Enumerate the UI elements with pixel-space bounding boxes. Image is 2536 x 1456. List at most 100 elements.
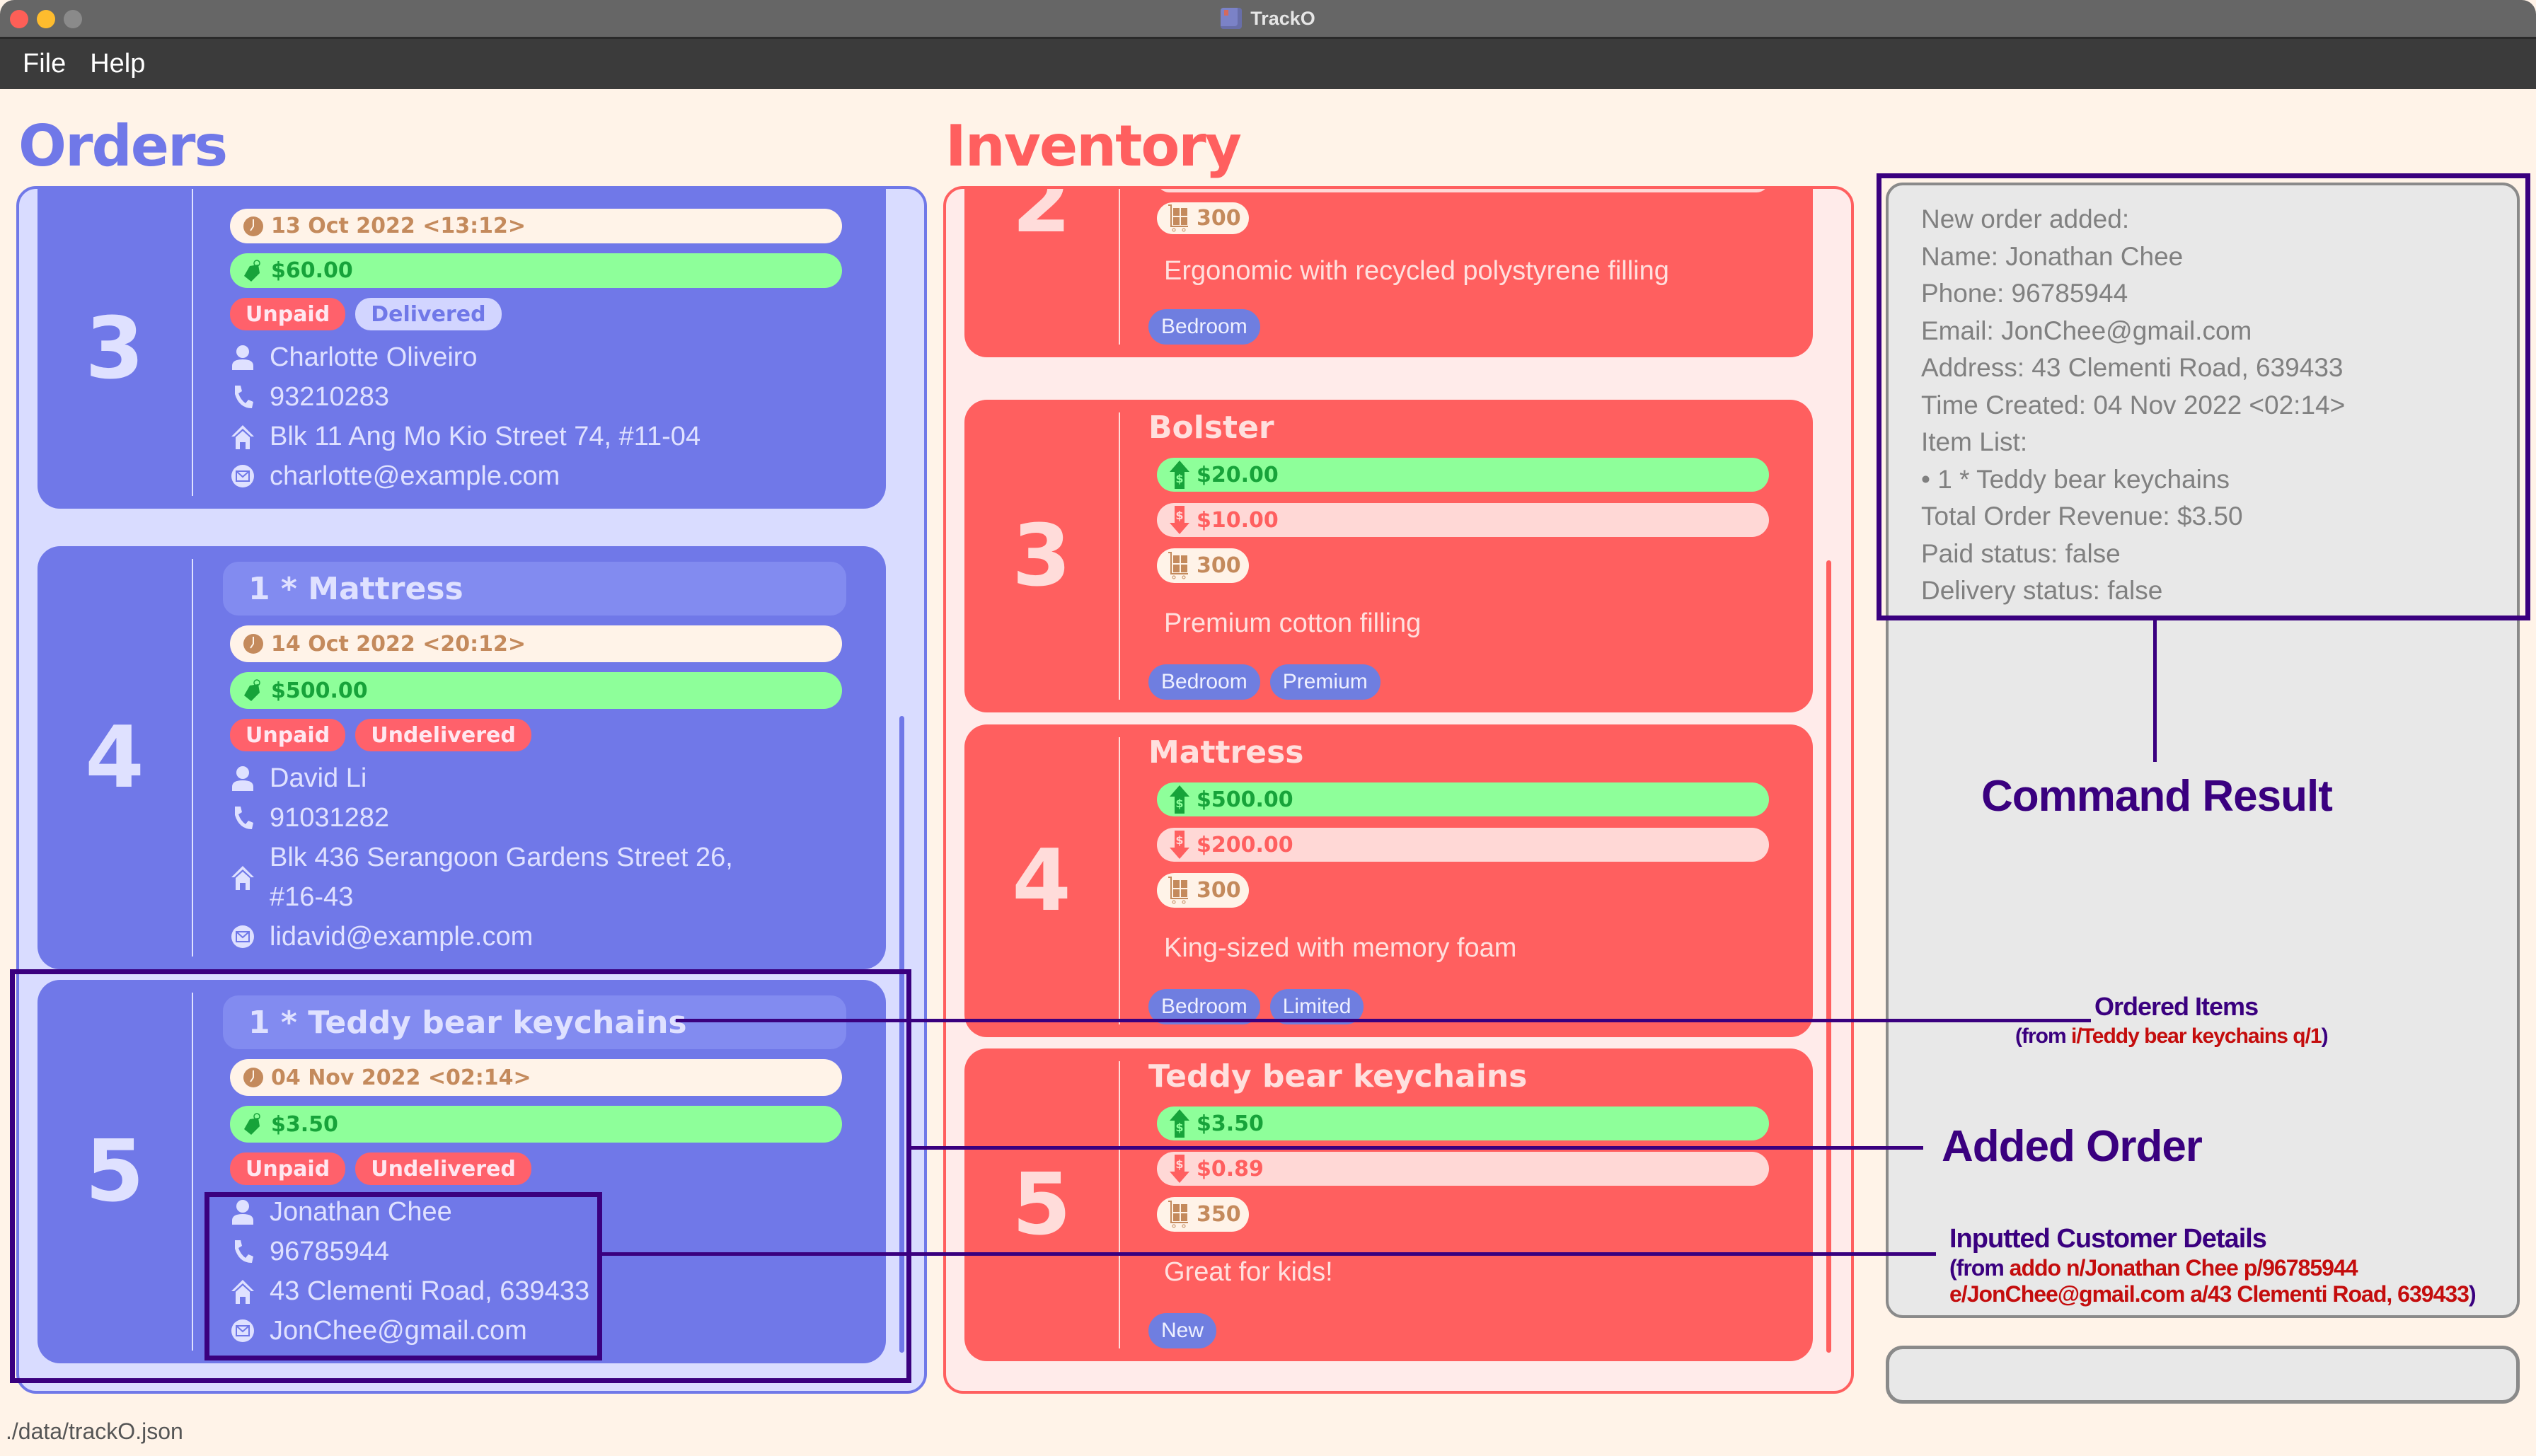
item-name: Teddy bear keychains (1148, 1058, 1528, 1095)
item-quantity: 300 (1157, 548, 1249, 583)
svg-text:$: $ (1175, 833, 1183, 847)
annotation-added-order: Added Order (1942, 1122, 2203, 1171)
tag: Premium (1269, 664, 1381, 700)
item-description: Ergonomic with recycled polystyrene fill… (1164, 256, 1669, 287)
customer-name-row: Charlotte Oliveiro (230, 337, 842, 377)
person-icon (230, 765, 255, 791)
box-icon (1221, 8, 1243, 29)
status-badges: Unpaid Delivered (230, 298, 842, 330)
svg-text:$: $ (1175, 472, 1183, 485)
inventory-scrollbar[interactable] (1826, 560, 1831, 1353)
customer-email-row: charlotte@example.com (230, 456, 842, 496)
tag: Bedroom (1148, 308, 1260, 345)
item-quantity: 300 (1157, 873, 1249, 908)
item-sell-price: $ $500.00 (1157, 782, 1769, 817)
annotation-connector (676, 1019, 2091, 1022)
inventory-cart-icon (1168, 877, 1188, 904)
home-icon (230, 865, 255, 890)
customer-details: Charlotte Oliveiro 93210283 Blk 11 Ang M… (230, 337, 842, 496)
paid-status-badge: Unpaid (230, 719, 346, 751)
annotation-connector (602, 1252, 1936, 1256)
order-total: $500.00 (230, 672, 842, 709)
customer-details: David Li 91031282 Blk 436 Serangoon Gard… (230, 758, 842, 957)
inventory-card[interactable]: 5 Teddy bear keychains $ $3.50 $ $0.89 3… (964, 1048, 1813, 1361)
order-card[interactable]: 3 13 Oct 2022 <13:12> $60.00 Unpaid Deli… (38, 189, 886, 509)
customer-email-row: lidavid@example.com (230, 917, 842, 957)
item-cost-price: $ $0.89 (1157, 1152, 1769, 1186)
order-date: 14 Oct 2022 <20:12> (230, 625, 842, 662)
item-description: Premium cotton filling (1164, 608, 1422, 638)
inventory-card[interactable]: 3 Bolster $ $20.00 $ $10.00 300 Premium … (964, 400, 1813, 712)
price-up-icon: $ (1170, 461, 1189, 490)
annotation-command-result: Command Result (1981, 772, 2333, 821)
menu-help[interactable]: Help (90, 49, 145, 79)
customer-phone-row: 91031282 (230, 798, 842, 838)
inventory-cart-icon (1168, 204, 1188, 232)
inventory-cart-icon (1168, 1201, 1188, 1228)
customer-address-row: Blk 11 Ang Mo Kio Street 74, #11-04 (230, 417, 842, 456)
item-name: Bolster (1148, 410, 1274, 446)
annotation-ordered-items-command: (from i/Teddy bear keychains q/1) (2015, 1024, 2329, 1048)
item-index: 3 (1012, 507, 1071, 606)
item-description: King-sized with memory foam (1164, 932, 1517, 963)
tag: New (1148, 1313, 1217, 1349)
item-quantity: 300 (1157, 202, 1249, 234)
menu-bar: File Help (0, 39, 2536, 89)
annotation-command-result-box (1877, 173, 2530, 620)
price-up-icon: $ (1170, 785, 1189, 814)
paid-status-badge: Unpaid (230, 298, 346, 330)
annotation-customer-details-box (204, 1192, 602, 1360)
person-icon (230, 345, 255, 370)
item-sell-price: $ $3.50 (1157, 1106, 1769, 1141)
home-icon (230, 424, 255, 449)
item-cost-price: $ $10.00 (1157, 503, 1769, 538)
customer-phone-row: 93210283 (230, 377, 842, 417)
price-up-icon: $ (1170, 1109, 1189, 1138)
item-name: Mattress (1148, 734, 1304, 771)
item-index: 2 (1012, 186, 1071, 252)
annotation-customer-details-command: (from addo n/Jonathan Chee p/96785944 e/… (1949, 1255, 2477, 1307)
svg-text:$: $ (1175, 797, 1183, 810)
inventory-cart-icon (1168, 552, 1188, 579)
order-index: 3 (85, 299, 144, 398)
inventory-card[interactable]: 4 Mattress $ $500.00 $ $200.00 300 King-… (964, 724, 1813, 1037)
delivery-status-badge: Undelivered (355, 719, 531, 751)
price-down-icon: $ (1170, 1155, 1189, 1184)
phone-icon (230, 384, 255, 410)
customer-name-row: David Li (230, 758, 842, 798)
email-icon (230, 925, 255, 949)
orders-heading: Orders (18, 113, 228, 179)
inventory-card[interactable]: 2 300 Ergonomic with recycled polystyren… (964, 186, 1813, 357)
clock-icon (243, 216, 263, 236)
price-down-icon: $ (1170, 831, 1189, 860)
command-input[interactable] (1886, 1346, 2520, 1404)
price-tag-icon (244, 259, 260, 282)
order-total: $60.00 (230, 253, 842, 288)
order-index: 4 (85, 708, 144, 807)
status-badges: Unpaid Undelivered (230, 719, 842, 751)
svg-text:$: $ (1175, 509, 1183, 522)
item-tags: Bedroom Premium (1148, 664, 1769, 700)
svg-text:$: $ (1175, 1121, 1183, 1134)
inventory-list[interactable]: 2 300 Ergonomic with recycled polystyren… (943, 186, 1854, 1394)
tag: Bedroom (1148, 664, 1260, 700)
menu-file[interactable]: File (23, 49, 66, 79)
item-index: 5 (1012, 1155, 1071, 1254)
item-tags: New (1148, 1313, 1769, 1349)
item-cost-price (1157, 189, 1769, 192)
title-bar: TrackO (0, 0, 2536, 39)
email-icon (230, 464, 255, 488)
order-date: 13 Oct 2022 <13:12> (230, 209, 842, 243)
storage-path: ./data/trackO.json (6, 1419, 183, 1444)
item-index: 4 (1012, 831, 1071, 930)
clock-icon (243, 634, 263, 654)
ordered-items: 1 * Mattress (223, 562, 846, 616)
price-tag-icon (244, 679, 260, 701)
annotation-ordered-items: Ordered Items (2094, 992, 2259, 1021)
item-quantity: 350 (1157, 1197, 1249, 1232)
order-card[interactable]: 4 1 * Mattress 14 Oct 2022 <20:12> $500.… (38, 546, 886, 969)
customer-address-row: Blk 436 Serangoon Gardens Street 26, #16… (230, 838, 842, 917)
delivery-status-badge: Delivered (355, 298, 502, 330)
annotation-connector (911, 1146, 1923, 1150)
item-cost-price: $ $200.00 (1157, 828, 1769, 862)
